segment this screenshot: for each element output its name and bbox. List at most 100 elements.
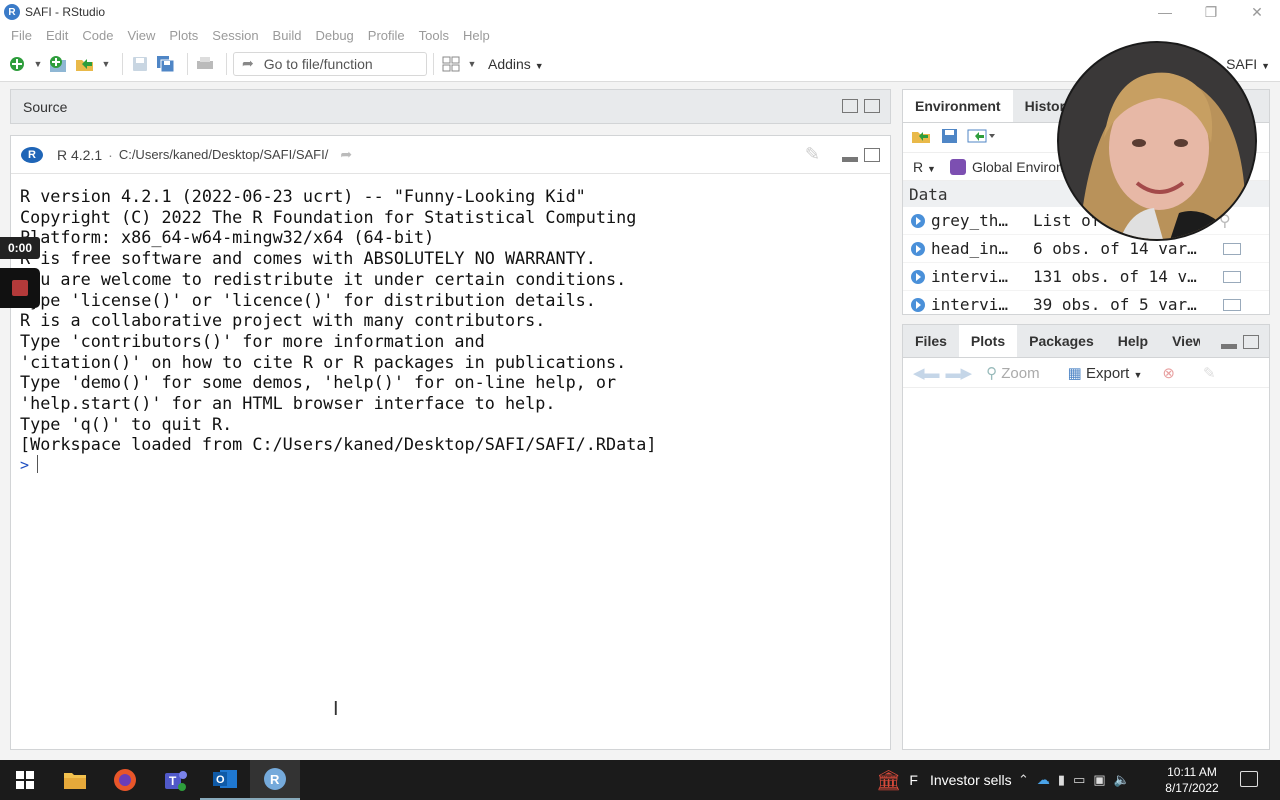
clear-console-icon[interactable]: ✎ [805, 144, 820, 165]
news-widget[interactable]: 🏛 F Investor sells [876, 760, 1012, 800]
export-button[interactable]: ▦ Export ▼ [1068, 364, 1143, 382]
tab-viewer[interactable]: Viewer [1160, 325, 1200, 357]
clock-date: 8/17/2022 [1165, 781, 1219, 795]
system-tray: ⌃ ☁ ▮ ▭ ▣ 🔈 [1018, 760, 1130, 800]
close-button[interactable]: ✕ [1234, 0, 1280, 24]
notification-center-icon[interactable] [1240, 771, 1258, 787]
language-label: R [913, 158, 924, 175]
expand-icon[interactable] [911, 269, 925, 284]
forward-arrow-icon[interactable]: ▬▶ [946, 364, 973, 382]
outlook-icon[interactable]: O [200, 760, 250, 800]
addins-menu[interactable]: Addins ▼ [488, 56, 544, 72]
language-selector[interactable]: R ▼ [913, 159, 936, 175]
back-arrow-icon[interactable]: ◀▬ [913, 364, 940, 382]
system-clock[interactable]: 10:11 AM 8/17/2022 [1160, 764, 1224, 796]
console-line: Type 'license()' or 'licence()' for dist… [20, 289, 596, 310]
microphone-icon[interactable]: ▮ [1058, 772, 1065, 788]
restore-pane-icon[interactable] [842, 99, 858, 113]
plots-toolbar: ◀▬ ▬▶ ⚲ Zoom ▦ Export ▼ ⊗ ✎ [903, 358, 1269, 388]
view-table-icon[interactable] [1223, 270, 1241, 283]
environment-row[interactable]: intervi… 39 obs. of 5 var… [903, 291, 1269, 319]
save-all-icon[interactable] [155, 53, 177, 75]
menu-session[interactable]: Session [205, 28, 265, 43]
file-explorer-icon[interactable] [50, 760, 100, 800]
open-dropdown-icon[interactable]: ▼ [100, 53, 112, 75]
tab-files[interactable]: Files [903, 325, 959, 357]
menu-plots[interactable]: Plots [162, 28, 205, 43]
new-file-dropdown-icon[interactable]: ▼ [32, 53, 44, 75]
environment-row[interactable]: head_in… 6 obs. of 14 var… [903, 235, 1269, 263]
battery-icon[interactable]: ▭ [1073, 772, 1085, 788]
stop-recording-button[interactable] [0, 268, 40, 308]
expand-icon[interactable] [911, 213, 925, 228]
zoom-button[interactable]: ⚲ Zoom [986, 364, 1040, 382]
minimize-pane-icon[interactable] [842, 157, 858, 162]
menu-edit[interactable]: Edit [39, 28, 75, 43]
environment-row[interactable]: intervi… 131 obs. of 14 v… [903, 263, 1269, 291]
menu-help[interactable]: Help [456, 28, 497, 43]
console-prompt-line[interactable]: > [20, 455, 890, 476]
menu-code[interactable]: Code [75, 28, 120, 43]
tab-environment[interactable]: Environment [903, 90, 1013, 122]
save-workspace-icon[interactable] [941, 128, 959, 147]
import-dataset-icon[interactable] [967, 128, 997, 147]
open-file-icon[interactable] [74, 53, 96, 75]
chevron-up-icon[interactable]: ⌃ [1018, 772, 1029, 788]
new-project-icon[interactable] [48, 53, 70, 75]
network-icon[interactable]: ▣ [1093, 772, 1105, 788]
rstudio-taskbar-icon[interactable]: R [250, 760, 300, 800]
chevron-down-icon: ▼ [1133, 369, 1143, 380]
view-table-icon[interactable] [1223, 298, 1241, 311]
tab-help[interactable]: Help [1106, 325, 1160, 357]
working-directory-path: C:/Users/kaned/Desktop/SAFI/SAFI/ [118, 147, 329, 162]
menu-profile[interactable]: Profile [361, 28, 412, 43]
console-line: 'citation()' on how to cite R or R packa… [20, 351, 627, 372]
firefox-icon[interactable] [100, 760, 150, 800]
maximize-button[interactable]: ❐ [1188, 0, 1234, 24]
console-line: R version 4.2.1 (2022-06-23 ucrt) -- "Fu… [20, 186, 586, 206]
console-line: Platform: x86_64-w64-mingw32/x64 (64-bit… [20, 227, 435, 248]
expand-icon[interactable] [911, 297, 925, 312]
menu-view[interactable]: View [120, 28, 162, 43]
object-name: head_in… [931, 239, 1009, 258]
tab-plots[interactable]: Plots [958, 325, 1018, 357]
remove-plot-icon[interactable]: ⊗ [1162, 364, 1175, 382]
webcam-overlay [1057, 41, 1257, 241]
minimize-button[interactable]: — [1142, 0, 1188, 24]
save-icon[interactable] [129, 53, 151, 75]
maximize-pane-icon[interactable] [864, 99, 880, 113]
volume-icon[interactable]: 🔈 [1114, 772, 1130, 788]
goto-file-function-input[interactable]: ➦ Go to file/function [233, 51, 427, 76]
clear-plots-icon[interactable]: ✎ [1203, 364, 1216, 382]
view-table-icon[interactable] [1223, 242, 1241, 255]
title-bar: R SAFI - RStudio — ❐ ✕ [0, 0, 1280, 24]
start-button[interactable] [0, 760, 50, 800]
export-icon: ▦ [1067, 364, 1082, 382]
onedrive-icon[interactable]: ☁ [1037, 772, 1050, 788]
menu-file[interactable]: File [4, 28, 39, 43]
console-toolbar: R R 4.2.1 · C:/Users/kaned/Desktop/SAFI/… [11, 136, 890, 174]
panes-dropdown-icon[interactable]: ▼ [466, 53, 478, 75]
load-workspace-icon[interactable] [911, 128, 933, 147]
goto-directory-icon[interactable]: ➦ [340, 146, 352, 163]
menu-tools[interactable]: Tools [412, 28, 456, 43]
minimize-pane-icon[interactable] [1221, 344, 1237, 349]
maximize-pane-icon[interactable] [1243, 335, 1259, 349]
tab-packages[interactable]: Packages [1017, 325, 1106, 357]
menu-build[interactable]: Build [266, 28, 309, 43]
new-file-icon[interactable] [6, 53, 28, 75]
svg-text:O: O [216, 774, 225, 786]
project-menu[interactable]: SAFI ▼ [1226, 56, 1270, 72]
maximize-pane-icon[interactable] [864, 148, 880, 162]
teams-icon[interactable]: T [150, 760, 200, 800]
toolbar-separator [187, 52, 188, 75]
object-name: grey_th… [931, 211, 1009, 230]
workspace-panes-icon[interactable] [440, 53, 462, 75]
expand-icon[interactable] [911, 241, 925, 256]
export-label: Export [1085, 364, 1130, 382]
print-icon[interactable] [194, 53, 216, 75]
menu-debug[interactable]: Debug [308, 28, 360, 43]
console-line: 'help.start()' for an HTML browser inter… [20, 393, 556, 414]
console-pane[interactable]: R R 4.2.1 · C:/Users/kaned/Desktop/SAFI/… [10, 135, 891, 750]
console-line: You are welcome to redistribute it under… [20, 268, 627, 289]
